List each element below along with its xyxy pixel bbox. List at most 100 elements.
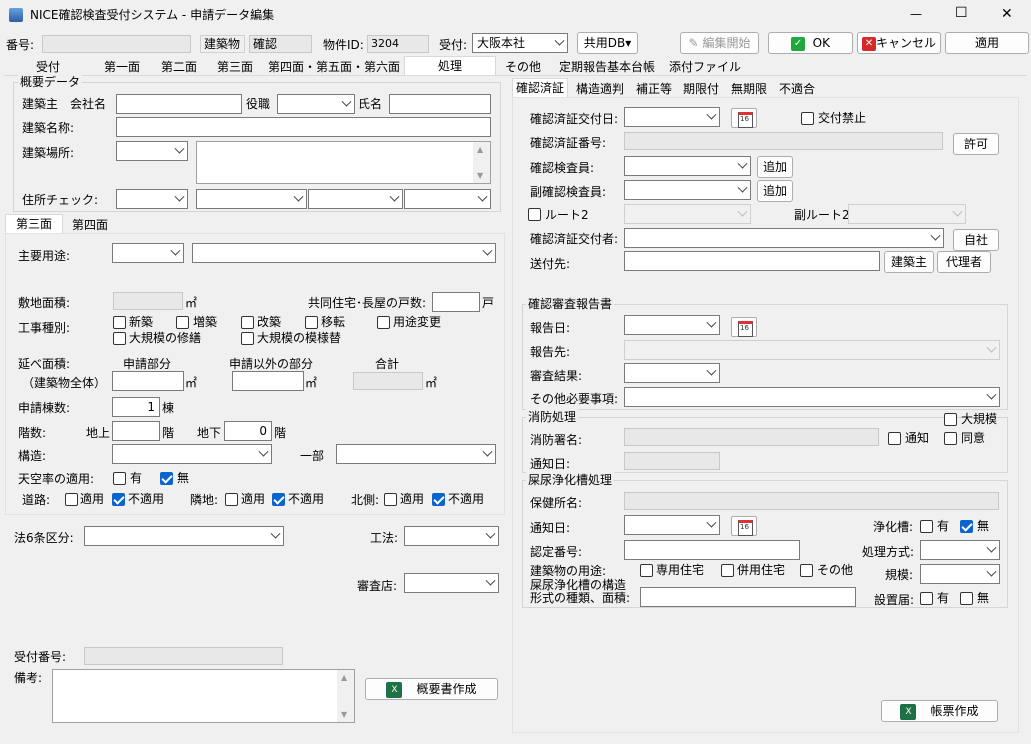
kenchiku-meisho-input[interactable] [116,117,491,137]
shinsei-igai-input[interactable] [232,371,304,391]
kozo-keishiki-input[interactable] [640,587,856,607]
kensain-add-button[interactable]: 追加 [757,156,793,178]
shuyo-yoto-select-1[interactable] [112,243,184,263]
kitagawa-tekiyo-checkbox[interactable] [384,493,397,506]
koji-iten-checkbox[interactable] [305,316,318,329]
tab-futekigo[interactable]: 不適合 [776,80,818,98]
scrollbar[interactable] [473,142,490,183]
kofubi-date[interactable] [624,107,720,127]
jusho-check-select-3[interactable] [308,189,403,209]
shinsei-bubun-input[interactable] [112,371,184,391]
kyodo-input[interactable] [432,292,480,312]
apply-button[interactable]: 適用 [945,32,1029,54]
setchi-ari-checkbox[interactable] [920,592,933,605]
tab-kigentsuki[interactable]: 期限付 [679,80,723,98]
tab-sub-daisanmen[interactable]: 第三面 [5,214,63,234]
minimize-icon[interactable]: — [910,6,922,22]
hokokubi-date[interactable] [624,315,720,335]
jusho-check-select-1[interactable] [116,189,188,209]
kozo-select[interactable] [112,444,272,464]
route2-checkbox[interactable] [528,208,541,221]
tab-mukigen[interactable]: 無期限 [727,80,771,98]
kenchiku-basho-select[interactable] [116,141,188,161]
koji-shuzen-checkbox[interactable] [113,332,126,345]
tab-dainimen[interactable]: 第二面 [151,58,207,76]
shimei-input[interactable] [389,94,491,114]
kofu-kinshi-checkbox[interactable] [801,112,814,125]
close-icon[interactable]: ✕ [1001,6,1013,22]
johkaso-ari-checkbox[interactable] [920,520,933,533]
kenchiku-basho-textarea[interactable] [196,141,491,184]
kyoyo-db-button[interactable]: 共用DB▾ [577,32,638,54]
tsuchi-checkbox[interactable] [888,432,901,445]
senyo-checkbox[interactable] [640,564,653,577]
tab-tenpu[interactable]: 添付ファイル [665,58,745,76]
tab-hoseito[interactable]: 補正等 [632,80,676,98]
tab-kozo-tekihan[interactable]: 構造適判 [570,80,630,98]
tab-daisanmen[interactable]: 第三面 [207,58,263,76]
kenchikunushi-button[interactable]: 建築主 [884,251,934,273]
doi-checkbox[interactable] [944,432,957,445]
tab-kakuninzumisho[interactable]: 確認済証 [512,78,568,98]
ok-button[interactable]: ✓ OK [768,32,853,54]
rinchi-futekiyo-checkbox[interactable] [272,493,285,506]
biko-textarea[interactable] [52,669,355,723]
ichibu-select[interactable] [336,444,496,464]
fuku-kensain-select[interactable] [624,180,751,200]
tab-daiyonmen[interactable]: 第四面・第五面・第六面 [264,58,404,76]
sonota-select[interactable] [624,387,1000,407]
shori-hoshiki-select[interactable] [920,540,1000,560]
daikibo-checkbox[interactable] [944,413,957,426]
koji-kaichiku-checkbox[interactable] [241,316,254,329]
doro-futekiyo-checkbox[interactable] [112,493,125,506]
chika-input[interactable]: 0 [224,421,272,441]
koho-select[interactable] [404,526,499,546]
johkaso-nashi-checkbox[interactable] [960,520,973,533]
dairinin-button[interactable]: 代理者 [937,251,991,273]
tenku-ari-checkbox[interactable] [113,472,126,485]
shinsaten-select[interactable] [404,573,499,593]
cancel-button[interactable]: ✕ キャンセル [857,32,941,54]
yakushoku-select[interactable] [277,94,355,114]
jusho-check-select-2[interactable] [196,189,307,209]
johka-tsuchibi-date[interactable] [624,515,720,535]
fuku-kensain-add-button[interactable]: 追加 [757,180,793,202]
tab-sub-daiyonmen[interactable]: 第四面 [63,216,117,234]
koji-shinchiku-checkbox[interactable] [113,316,126,329]
tosu-input[interactable]: 1 [112,397,160,417]
scrollbar[interactable] [337,670,354,722]
rinchi-tekiyo-checkbox[interactable] [225,493,238,506]
gaiyosho-button[interactable]: X 概要書作成 [365,678,498,700]
shuyo-yoto-select-2[interactable] [192,243,496,263]
kyoka-button[interactable]: 許可 [953,133,999,155]
koji-yotohenko-checkbox[interactable] [377,316,390,329]
nintei-input[interactable] [624,540,800,560]
tab-daiichimen[interactable]: 第一面 [94,58,150,76]
tab-sonota[interactable]: その他 [498,58,548,76]
uketsuke-select[interactable]: 大阪本社 [472,33,568,53]
chijo-input[interactable] [112,421,160,441]
tab-teiki[interactable]: 定期報告基本台帳 [553,58,661,76]
doro-tekiyo-checkbox[interactable] [65,493,78,506]
ho6jo-select[interactable] [84,526,284,546]
yoto-sonota-checkbox[interactable] [800,564,813,577]
koji-zochiku-checkbox[interactable] [176,316,189,329]
koji-moyogae-checkbox[interactable] [241,332,254,345]
kitagawa-futekiyo-checkbox[interactable] [432,493,445,506]
chohyo-button[interactable]: X 帳票作成 [881,700,998,722]
calendar-icon[interactable] [731,516,757,536]
kaishamei-input[interactable] [116,94,242,114]
tenku-nashi-checkbox[interactable] [160,472,173,485]
jusho-check-select-4[interactable] [404,189,491,209]
kibo-select[interactable] [920,564,1000,584]
kensain-select[interactable] [624,156,751,176]
maximize-icon[interactable]: ☐ [955,5,968,21]
setchi-nashi-checkbox[interactable] [960,592,973,605]
jisha-button[interactable]: 自社 [953,229,999,251]
sofusaki-input[interactable] [624,251,880,271]
tab-shori[interactable]: 処理 [404,56,496,76]
calendar-icon[interactable] [731,108,757,128]
heiyo-checkbox[interactable] [721,564,734,577]
calendar-icon[interactable] [731,317,757,337]
shinsa-kekka-select[interactable] [624,363,720,383]
